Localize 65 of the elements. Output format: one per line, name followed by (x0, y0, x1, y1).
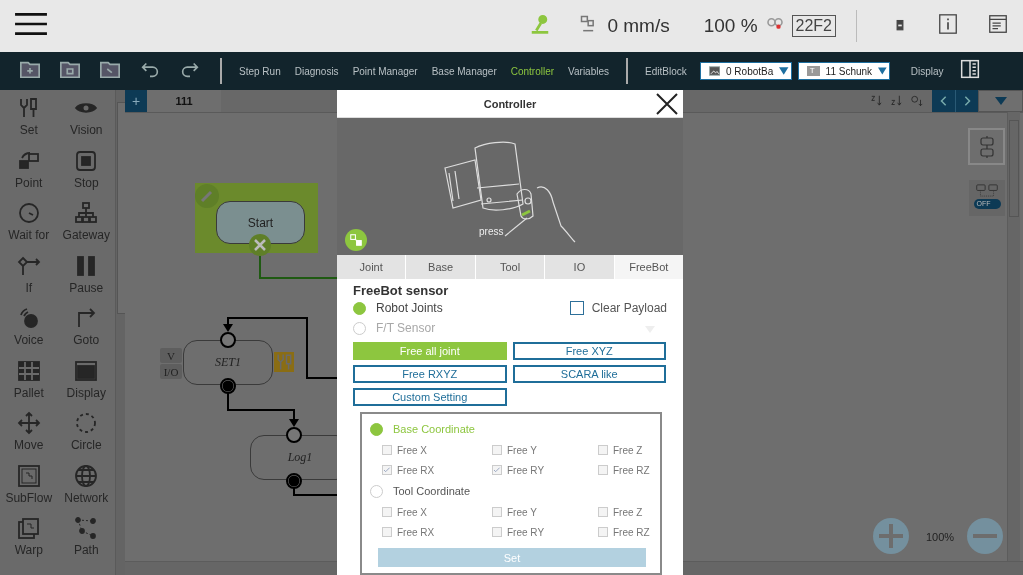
palette-item[interactable]: Wait for (0, 201, 58, 254)
code-badge: 22F2 (791, 15, 836, 37)
mode-button[interactable]: SCARA like (512, 365, 666, 383)
palette-item[interactable]: If (0, 253, 58, 306)
tool-badge: T (806, 66, 820, 76)
palette-item[interactable]: Voice (0, 306, 58, 359)
palette-item[interactable]: Point (0, 148, 58, 201)
palette-item[interactable]: Gateway (57, 201, 115, 254)
edit-block-button[interactable]: EditBlock (638, 61, 694, 81)
axis-checkbox[interactable]: Free RY (492, 460, 598, 480)
toolbar-tab[interactable]: Point Manager (345, 61, 425, 81)
palette-item[interactable]: Pallet (0, 358, 58, 411)
base-select[interactable]: 0 RobotBa (699, 62, 792, 80)
palette-item[interactable]: Path (57, 516, 115, 569)
node-tag: I/O (160, 364, 182, 379)
flow-node[interactable]: Start (216, 201, 305, 244)
axis-checkbox[interactable]: Free Y (492, 440, 598, 460)
palette-item[interactable]: SubFlow (0, 463, 58, 516)
toolbar-tab[interactable]: Variables (561, 61, 617, 81)
axis-checkbox[interactable]: Free RY (492, 522, 598, 542)
axis-checkbox[interactable]: Free X (382, 440, 492, 460)
palette-item[interactable]: Pause (57, 253, 115, 306)
axis-checkbox[interactable]: Free Y (492, 502, 598, 522)
mode-button[interactable]: Custom Setting (353, 388, 507, 406)
radio-option[interactable]: Robot Joints (353, 301, 443, 315)
palette-item[interactable]: Vision (57, 96, 115, 149)
mode-button[interactable]: Free RXYZ (353, 365, 507, 383)
palette-item[interactable]: Goto (57, 306, 115, 359)
image-caption: press (479, 226, 504, 237)
dialog-tab[interactable]: Tool (475, 254, 545, 279)
speed-readout: 0 mm/s (607, 15, 670, 37)
palette-item[interactable]: Display (57, 358, 115, 411)
display-button[interactable]: Display (903, 61, 951, 81)
palette-item[interactable]: Warp (0, 516, 58, 569)
mode-button[interactable]: Free XYZ (512, 342, 666, 360)
axis-checkbox[interactable]: Free RX (382, 460, 492, 480)
clear-payload-checkbox[interactable]: Clear Payload (569, 301, 667, 315)
axis-checkbox[interactable]: Free RZ (598, 460, 654, 480)
dialog-title: Controller (483, 97, 537, 110)
palette-item[interactable]: Network (57, 463, 115, 516)
axis-checkbox[interactable]: Free RX (382, 522, 492, 542)
palette-item[interactable]: Circle (57, 411, 115, 464)
flow-tab[interactable]: 111 (147, 90, 221, 112)
toolbar-tab[interactable]: Step Run (232, 61, 288, 81)
palette-item[interactable]: Set (0, 96, 58, 149)
zoom-level: 100% (926, 531, 955, 543)
axis-checkbox[interactable]: Free RZ (598, 522, 654, 542)
add-tab-button[interactable]: + (125, 90, 147, 112)
section-title: FreeBot sensor (353, 283, 450, 298)
toolbar-tab[interactable]: Diagnosis (287, 61, 346, 81)
axis-checkbox[interactable]: Free X (382, 502, 492, 522)
palette-item[interactable]: Stop (57, 148, 115, 201)
axis-checkbox[interactable]: Free Z (598, 502, 654, 522)
dialog-tab[interactable]: FreeBot (614, 254, 683, 279)
palette-item[interactable]: Move (0, 411, 58, 464)
dialog-tab[interactable]: Base (406, 254, 475, 279)
tool-select[interactable]: T 11 Schunk (797, 62, 890, 80)
toolbar-tab[interactable]: Base Manager (424, 61, 504, 81)
axis-checkbox[interactable]: Free Z (598, 440, 654, 460)
dialog-tab[interactable]: Joint (337, 254, 406, 279)
speed-percent: 100 % (703, 15, 758, 37)
toolbar-tab[interactable]: Controller (503, 61, 562, 81)
node-tag: V (160, 348, 182, 363)
dialog-tab[interactable]: IO (545, 254, 614, 279)
radio-option[interactable]: Tool Coordinate (370, 480, 471, 502)
